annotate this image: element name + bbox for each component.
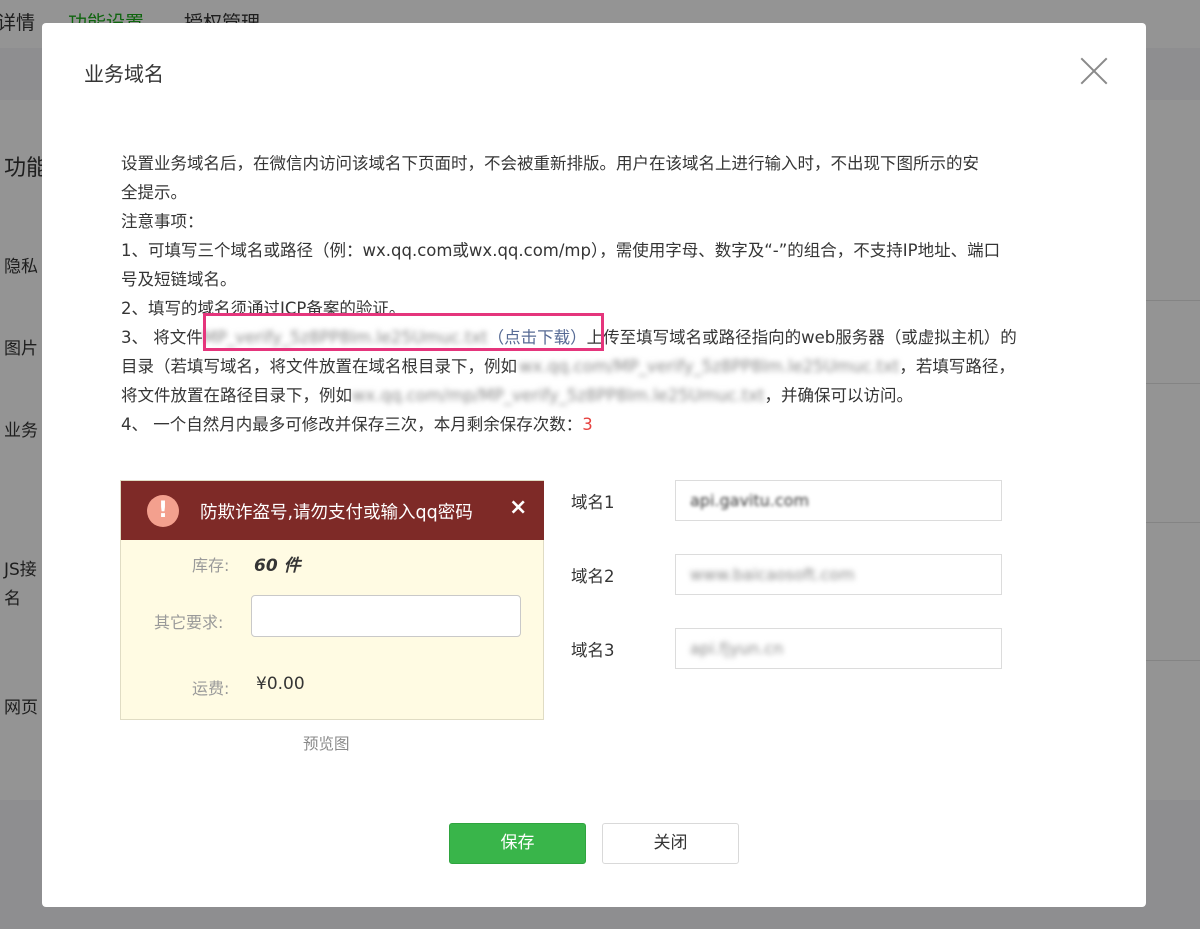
business-domain-dialog: 业务域名 设置业务域名后，在微信内访问该域名下页面时，不会被重新排版。用户在该域… xyxy=(42,23,1146,907)
close-button[interactable]: 关闭 xyxy=(602,823,739,864)
remaining-save-count: 3 xyxy=(582,415,593,434)
domain-1-input[interactable]: api.gavitu.com xyxy=(675,480,1002,521)
domain-2-value: www.baicaosoft.com xyxy=(690,565,855,584)
note-3-b-prefix: 目录（若填写域名，将文件放置在域名根目录下，例如 xyxy=(121,357,517,376)
domain-1-label: 域名1 xyxy=(571,493,615,512)
note-4: 4、 一个自然月内最多可修改并保存三次，本月剩余保存次数：3 xyxy=(121,410,1121,439)
preview-caption: 预览图 xyxy=(303,735,350,753)
note-3-c-prefix: 将文件放置在路径目录下，例如 xyxy=(121,386,352,405)
other-requirements-input xyxy=(251,595,521,637)
sub-path-example: wx.qq.com/mp/MP_verify_5z8PP8Im.le25Umuc… xyxy=(352,386,765,405)
download-highlight-box xyxy=(203,313,604,351)
warning-text: 防欺诈盗号,请勿支付或输入qq密码 xyxy=(200,503,473,523)
warning-close-icon: × xyxy=(509,495,528,520)
shipping-value: ¥0.00 xyxy=(256,674,305,694)
domain-3-input[interactable]: api.fjyun.cn xyxy=(675,628,1002,669)
description-line: 全提示。 xyxy=(121,183,187,202)
domain-3-label: 域名3 xyxy=(571,641,615,660)
security-warning-bar: ! 防欺诈盗号,请勿支付或输入qq密码 × xyxy=(121,481,544,540)
save-button[interactable]: 保存 xyxy=(449,823,586,864)
domain-1-value: api.gavitu.com xyxy=(690,491,810,510)
close-icon[interactable] xyxy=(1078,55,1110,87)
domain-3-value: api.fjyun.cn xyxy=(690,639,784,658)
note-1-cont: 号及短链域名。 xyxy=(121,270,237,289)
note-3-suffix: 上传至填写域名或路径指向的web服务器（或虚拟主机）的 xyxy=(586,328,1017,347)
note-3-cont: 目录（若填写域名，将文件放置在域名根目录下，例如 wx.qq.com/MP_ver… xyxy=(121,352,1121,381)
stock-value: 60 件 xyxy=(254,556,301,576)
domain-2-label: 域名2 xyxy=(571,567,615,586)
note-3-cont: 将文件放置在路径目录下，例如wx.qq.com/mp/MP_verify_5z8… xyxy=(121,381,1121,410)
domain-2-input[interactable]: www.baicaosoft.com xyxy=(675,554,1002,595)
dialog-description: 设置业务域名后，在微信内访问该域名下页面时，不会被重新排版。用户在该域名上进行输… xyxy=(121,149,1121,439)
preview-image: ! 防欺诈盗号,请勿支付或输入qq密码 × 库存: 60 件 其它要求: 运费:… xyxy=(120,480,544,720)
stock-label: 库存: xyxy=(192,556,230,575)
note-3-b-suffix: ，若填写路径， xyxy=(899,357,1015,376)
other-requirements-label: 其它要求: xyxy=(154,613,224,632)
note-3-c-suffix: ，并确保可以访问。 xyxy=(764,386,913,405)
shipping-label: 运费: xyxy=(192,679,230,698)
note-3-prefix: 3、 将文件 xyxy=(121,328,203,347)
exclamation-icon: ! xyxy=(147,495,179,527)
dialog-title: 业务域名 xyxy=(84,62,164,86)
root-path-example: wx.qq.com/MP_verify_5z8PP8Im.le25Umuc.tx… xyxy=(519,357,900,376)
notes-title: 注意事项： xyxy=(121,212,204,231)
description-line: 设置业务域名后，在微信内访问该域名下页面时，不会被重新排版。用户在该域名上进行输… xyxy=(121,154,979,173)
note-1: 1、可填写三个域名或路径（例：wx.qq.com或wx.qq.com/mp），需… xyxy=(121,241,1001,260)
note-4-text: 4、 一个自然月内最多可修改并保存三次，本月剩余保存次数： xyxy=(121,415,583,434)
